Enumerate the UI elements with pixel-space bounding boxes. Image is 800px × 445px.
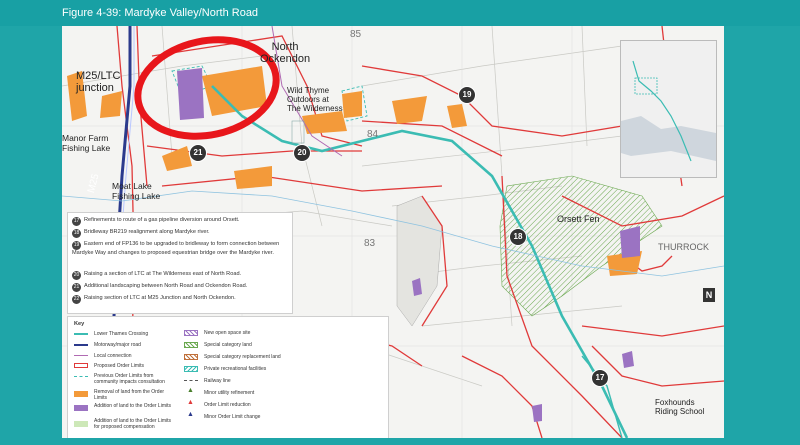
marker-19[interactable]: 19 <box>458 86 476 104</box>
legend-swatch-addition <box>74 405 88 411</box>
note-item: 22 Raising section of LTC at M25 Junction… <box>72 295 236 304</box>
legend-label: Addition of land to the Order Limits for… <box>94 418 171 430</box>
note-item: 17 Refinements to route of a gas pipeline… <box>72 217 240 226</box>
legend-label: Proposed Order Limits <box>94 363 145 369</box>
notes-panel: 17 Refinements to route of a gas pipeline… <box>67 212 293 314</box>
legend-swatch-compensation <box>74 421 88 427</box>
legend-swatch-local <box>74 355 88 356</box>
legend-title: Key <box>74 321 85 327</box>
legend-label: Special category land <box>204 342 252 348</box>
utility-icon: ▲ <box>187 387 194 394</box>
legend-label: New open space site <box>204 330 251 336</box>
legend-label: Railway line <box>204 378 231 384</box>
legend-swatch-replacement <box>184 354 198 360</box>
note-item: 18 Bridleway BR219 realignment along Mard… <box>72 229 210 238</box>
legend-label: Lower Thames Crossing <box>94 331 149 337</box>
note-item: 20 Raising a section of LTC at The Wilder… <box>72 271 242 280</box>
reduction-icon: ▲ <box>187 399 194 406</box>
marker-17[interactable]: 17 <box>591 369 609 387</box>
map-canvas[interactable]: 85 84 83 North Ockendon M25/LTC junction… <box>62 26 724 438</box>
legend-swatch-order-limits <box>74 363 88 368</box>
legend-label: Local connection <box>94 353 132 359</box>
page-frame-left <box>0 0 62 445</box>
legend-label: Removal of land from the Order Limits <box>94 389 165 401</box>
note-item: 21 Additional landscaping between North R… <box>72 283 248 292</box>
grid-number-83: 83 <box>364 238 376 249</box>
legend-label: Previous Order Limits from community imp… <box>94 373 165 385</box>
label-foxhounds: Foxhounds Riding School <box>655 398 705 416</box>
map-legend: Key Lower Thames Crossing Motorway/major… <box>67 316 389 438</box>
page-frame-right <box>724 0 800 445</box>
legend-label: Minor utility refinement <box>204 390 255 396</box>
legend-label: Special category replacement land <box>204 354 281 360</box>
label-m25-junction: M25/LTC junction <box>76 70 121 94</box>
legend-label: Minor Order Limit change <box>204 414 261 420</box>
minor-change-icon: ▲ <box>187 411 194 418</box>
legend-swatch-previous-limits <box>74 376 88 377</box>
legend-swatch-ltc <box>74 333 88 335</box>
label-orsett-fen: Orsett Fen <box>557 214 600 224</box>
legend-swatch-removal <box>74 391 88 397</box>
label-thurrock: THURROCK <box>658 242 709 252</box>
legend-label: Private recreational facilities <box>204 366 267 372</box>
marker-20[interactable]: 20 <box>293 144 311 162</box>
figure-header: Figure 4-39: Mardyke Valley/North Road <box>0 0 800 26</box>
label-moat-lake: Moat Lake Fishing Lake <box>112 181 161 201</box>
legend-label: Order Limit reduction <box>204 402 251 408</box>
legend-swatch-private-recreational <box>184 366 198 372</box>
legend-label: Motorway/major road <box>94 342 141 348</box>
label-wild-thyme: Wild Thyme Outdoors at The Wilderness <box>287 86 343 113</box>
marker-18[interactable]: 18 <box>509 228 527 246</box>
legend-swatch-open-space <box>184 330 198 336</box>
figure-title: Figure 4-39: Mardyke Valley/North Road <box>62 7 259 19</box>
page-frame-bottom <box>0 438 800 445</box>
grid-number-84: 84 <box>367 129 379 140</box>
label-manor-farm: Manor Farm Fishing Lake <box>62 133 111 153</box>
grid-number-85: 85 <box>350 29 362 40</box>
legend-swatch-special-category <box>184 342 198 348</box>
inset-locator-map <box>620 40 717 178</box>
legend-label: Addition of land to the Order Limits <box>94 403 171 409</box>
legend-swatch-railway <box>184 380 198 381</box>
marker-21[interactable]: 21 <box>189 144 207 162</box>
legend-swatch-motorway <box>74 344 88 346</box>
note-item: 19 Eastern end of FP136 to be upgraded to… <box>72 241 280 256</box>
north-arrow: N <box>703 288 715 302</box>
label-north-ockendon: North Ockendon <box>260 41 311 65</box>
